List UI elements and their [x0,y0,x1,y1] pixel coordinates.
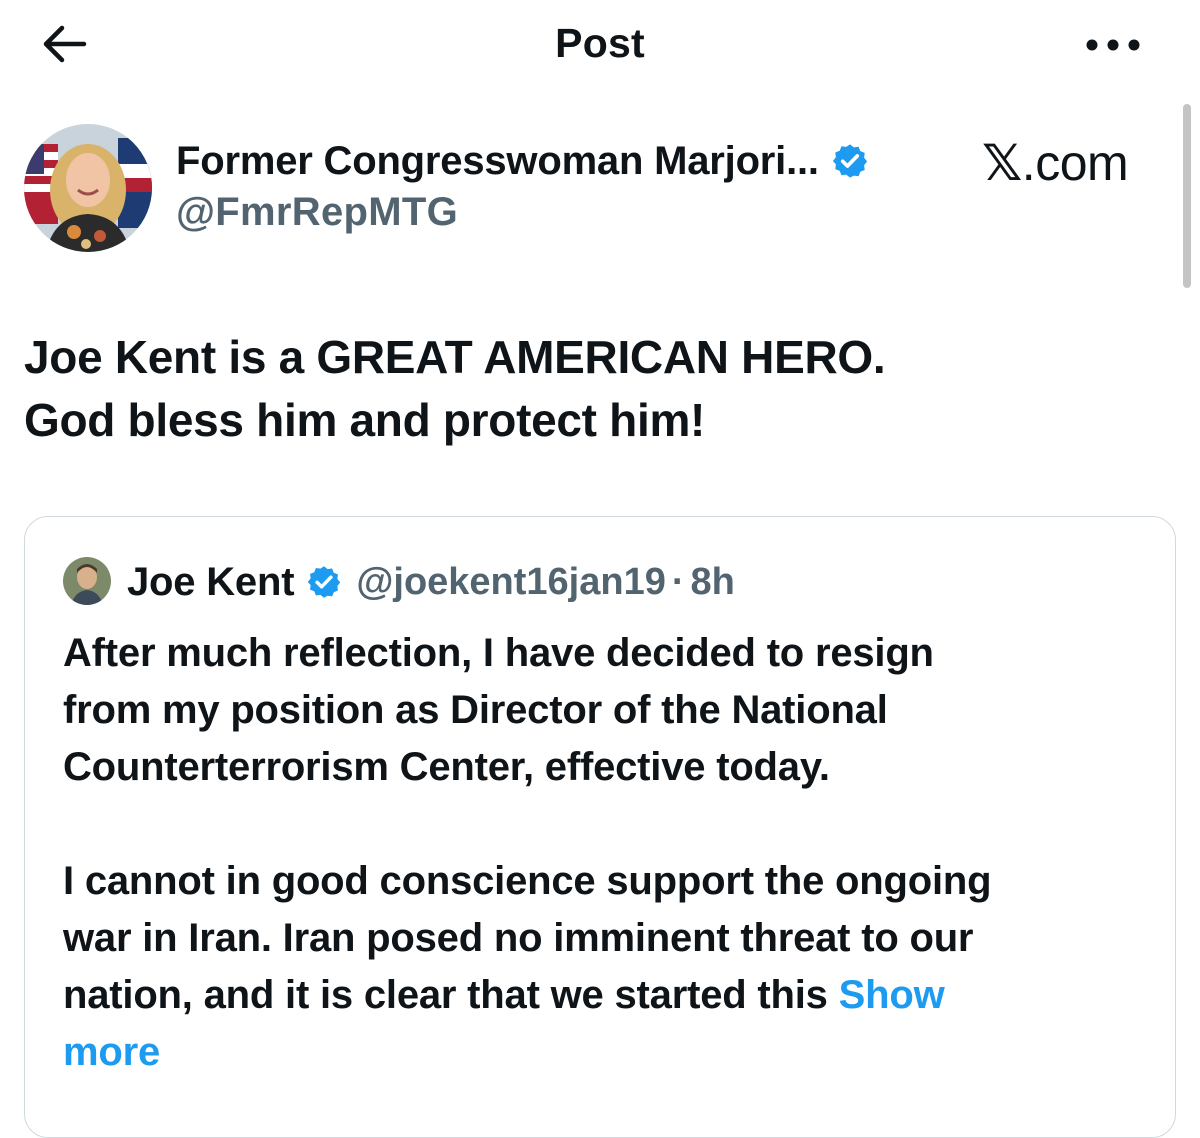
quote-timestamp[interactable]: 8h [691,561,735,604]
quote-author-name[interactable]: Joe Kent [127,560,295,605]
avatar-photo [63,557,111,605]
quote-text-line: war in Iran. Iran posed no imminent thre… [63,916,974,960]
post-text: Joe Kent is a GREAT AMERICAN HERO. God b… [24,326,886,452]
post-text-line: God bless him and protect him! [24,394,706,446]
show-more-link[interactable]: Show [839,973,945,1017]
post-text-line: Joe Kent is a GREAT AMERICAN HERO. [24,331,886,383]
quote-text-line: nation, and it is clear that we started … [63,967,991,1024]
x-logo-icon: 𝕏 [982,134,1022,192]
page-title: Post [555,20,645,66]
more-horizontal-icon [1086,39,1140,51]
separator-dot: · [671,560,685,603]
quote-author-handle[interactable]: @joekent16jan19 [356,561,666,604]
quote-author-avatar[interactable] [63,557,111,605]
quote-text-line: from my position as Director of the Nati… [63,688,888,732]
quoted-post-card[interactable]: Joe Kent @joekent16jan19 · 8h After much… [24,516,1176,1138]
author-handle[interactable]: @FmrRepMTG [176,190,458,235]
author-display-name[interactable]: Former Congresswoman Marjori... [176,139,819,184]
verified-badge-icon [832,144,867,178]
author-avatar[interactable] [24,124,152,252]
quote-text-segment: nation, and it is clear that we started … [63,973,839,1017]
top-bar: Post [0,0,1200,92]
avatar-photo [24,124,152,252]
quote-text-line [63,796,991,853]
more-options-button[interactable] [1082,28,1144,62]
scrollbar[interactable] [1183,104,1191,288]
quote-text-line: more [63,1024,991,1081]
watermark-suffix: .com [1021,135,1129,191]
quote-text-line: I cannot in good conscience support the … [63,859,992,903]
x-com-watermark: 𝕏.com [982,134,1129,192]
show-more-link-continued[interactable]: more [63,1030,160,1074]
verified-badge-icon [308,566,341,598]
quote-text: After much reflection, I have decided to… [63,625,992,1081]
quote-text-line: After much reflection, I have decided to… [63,631,934,675]
quote-author-row[interactable]: Joe Kent @joekent16jan19 · 8h [127,555,735,609]
quote-text-line: Counterterrorism Center, effective today… [63,745,830,789]
author-name-row[interactable]: Former Congresswoman Marjori... [176,134,869,188]
